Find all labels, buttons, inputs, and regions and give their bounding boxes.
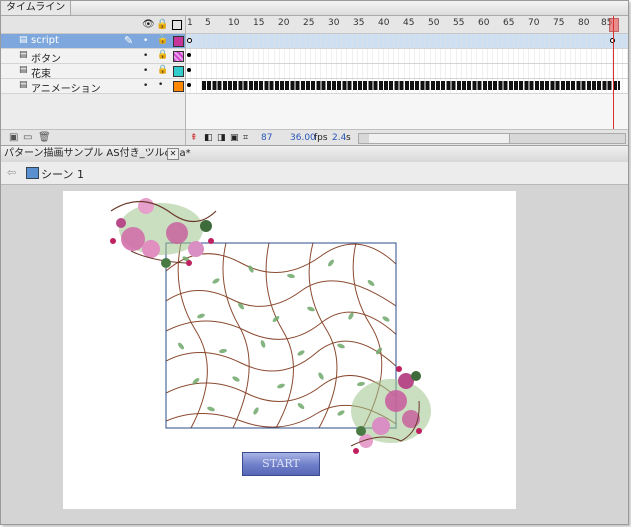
flash-ide-window: タイムライン 👁 🔒 ▤ script ✎ • 🔒 ▤ ボタン • 🔒 ▤ 花束… <box>0 0 629 525</box>
stage-artwork <box>110 198 431 454</box>
start-button[interactable]: START <box>242 452 320 476</box>
